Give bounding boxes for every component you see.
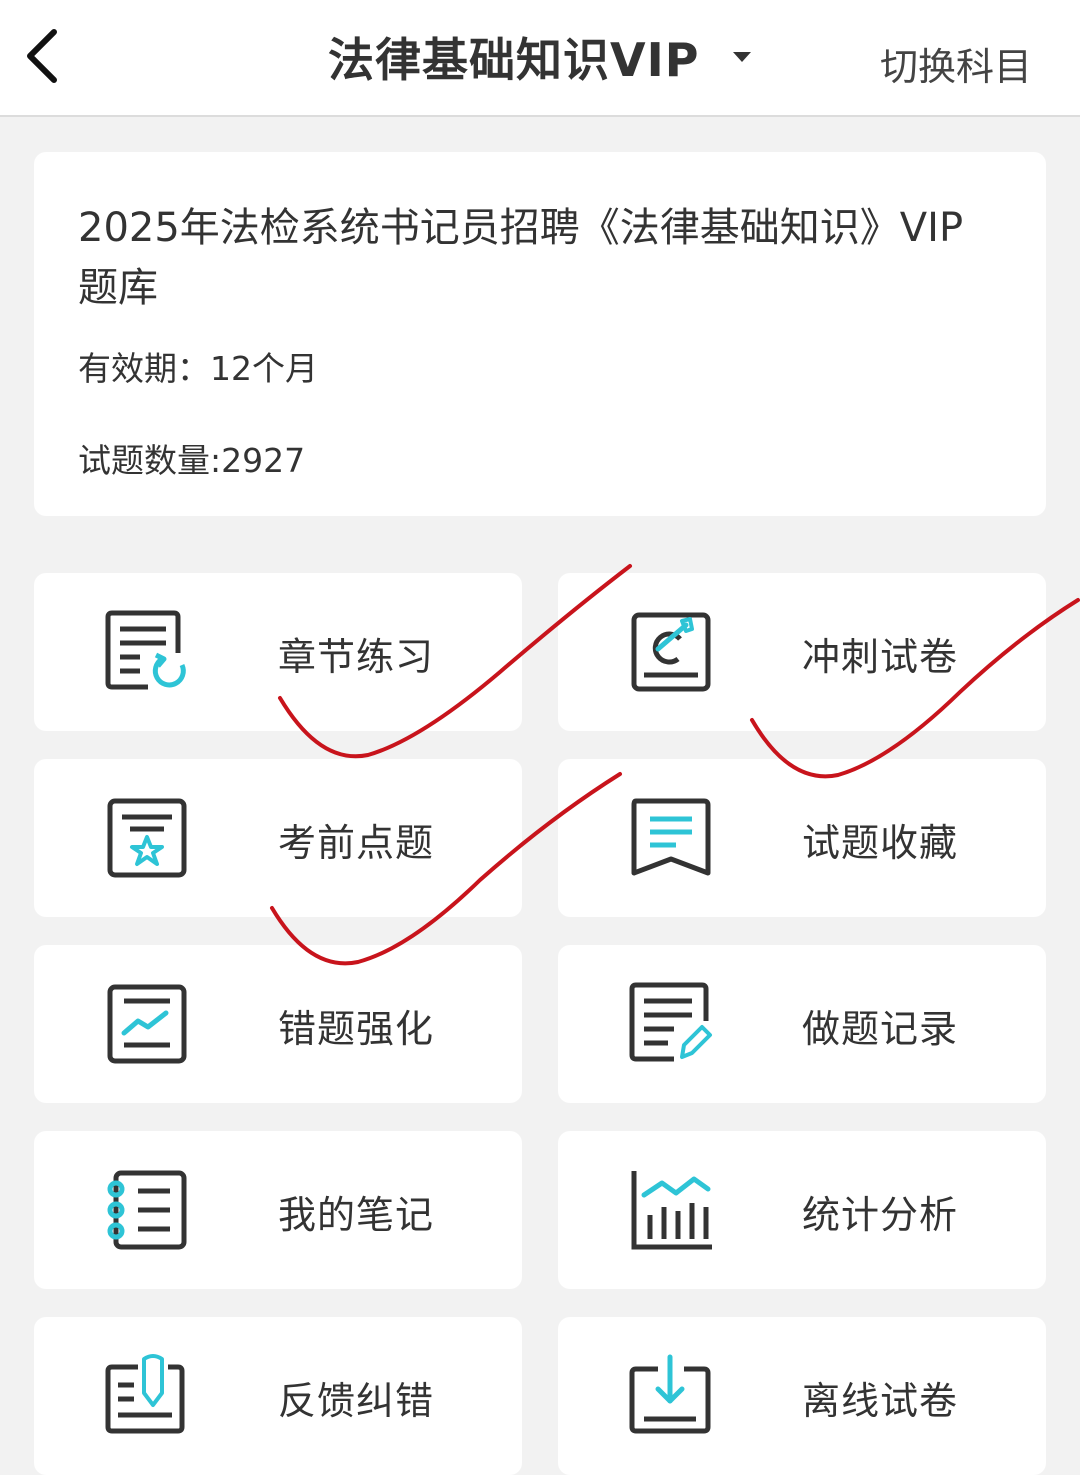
tile-practice-record[interactable]: 做题记录: [558, 945, 1046, 1103]
tile-chapter-practice[interactable]: 章节练习: [34, 573, 522, 731]
tile-label: 做题记录: [802, 1007, 959, 1051]
top-bar: 法律基础知识VIP 切换科目: [0, 0, 1080, 117]
tile-pre-exam-tips[interactable]: 考前点题: [34, 759, 522, 917]
tile-label: 统计分析: [802, 1193, 959, 1237]
tile-label: 试题收藏: [802, 821, 959, 865]
validity-period: 有效期：12个月: [78, 349, 318, 388]
tile-statistics[interactable]: 统计分析: [558, 1131, 1046, 1289]
wrong-questions-icon: [104, 981, 194, 1067]
feedback-icon: [104, 1353, 194, 1439]
tile-label: 冲刺试卷: [802, 635, 959, 679]
tile-label: 反馈纠错: [278, 1379, 435, 1423]
notes-icon: [104, 1167, 194, 1253]
favorites-icon: [628, 795, 718, 881]
question-bank-info-card: 2025年法检系统书记员招聘《法律基础知识》VIP题库 有效期：12个月 试题数…: [34, 152, 1046, 516]
page-title: 法律基础知识VIP: [328, 33, 700, 87]
offline-paper-icon: [628, 1353, 718, 1439]
tile-label: 我的笔记: [278, 1193, 435, 1237]
tile-favorites[interactable]: 试题收藏: [558, 759, 1046, 917]
tile-notes[interactable]: 我的笔记: [34, 1131, 522, 1289]
statistics-icon: [628, 1167, 718, 1253]
practice-record-icon: [628, 981, 718, 1067]
tile-feedback[interactable]: 反馈纠错: [34, 1317, 522, 1475]
bank-title: 2025年法检系统书记员招聘《法律基础知识》VIP题库: [78, 205, 964, 311]
tile-label: 错题强化: [278, 1007, 435, 1051]
subject-dropdown[interactable]: 法律基础知识VIP: [328, 22, 752, 92]
caret-down-icon: [733, 52, 752, 62]
pre-exam-tips-icon: [104, 795, 194, 881]
chapter-practice-icon: [104, 609, 194, 695]
back-arrow-icon[interactable]: [18, 24, 78, 88]
tile-offline-paper[interactable]: 离线试卷: [558, 1317, 1046, 1475]
switch-subject-button[interactable]: 切换科目: [880, 36, 1032, 91]
tile-label: 考前点题: [278, 821, 435, 865]
question-count: 试题数量:2927: [78, 441, 306, 480]
tile-sprint-paper[interactable]: 冲刺试卷: [558, 573, 1046, 731]
tile-wrong-questions[interactable]: 错题强化: [34, 945, 522, 1103]
tile-label: 章节练习: [278, 635, 435, 679]
tile-label: 离线试卷: [802, 1379, 959, 1423]
sprint-paper-icon: [628, 609, 718, 695]
